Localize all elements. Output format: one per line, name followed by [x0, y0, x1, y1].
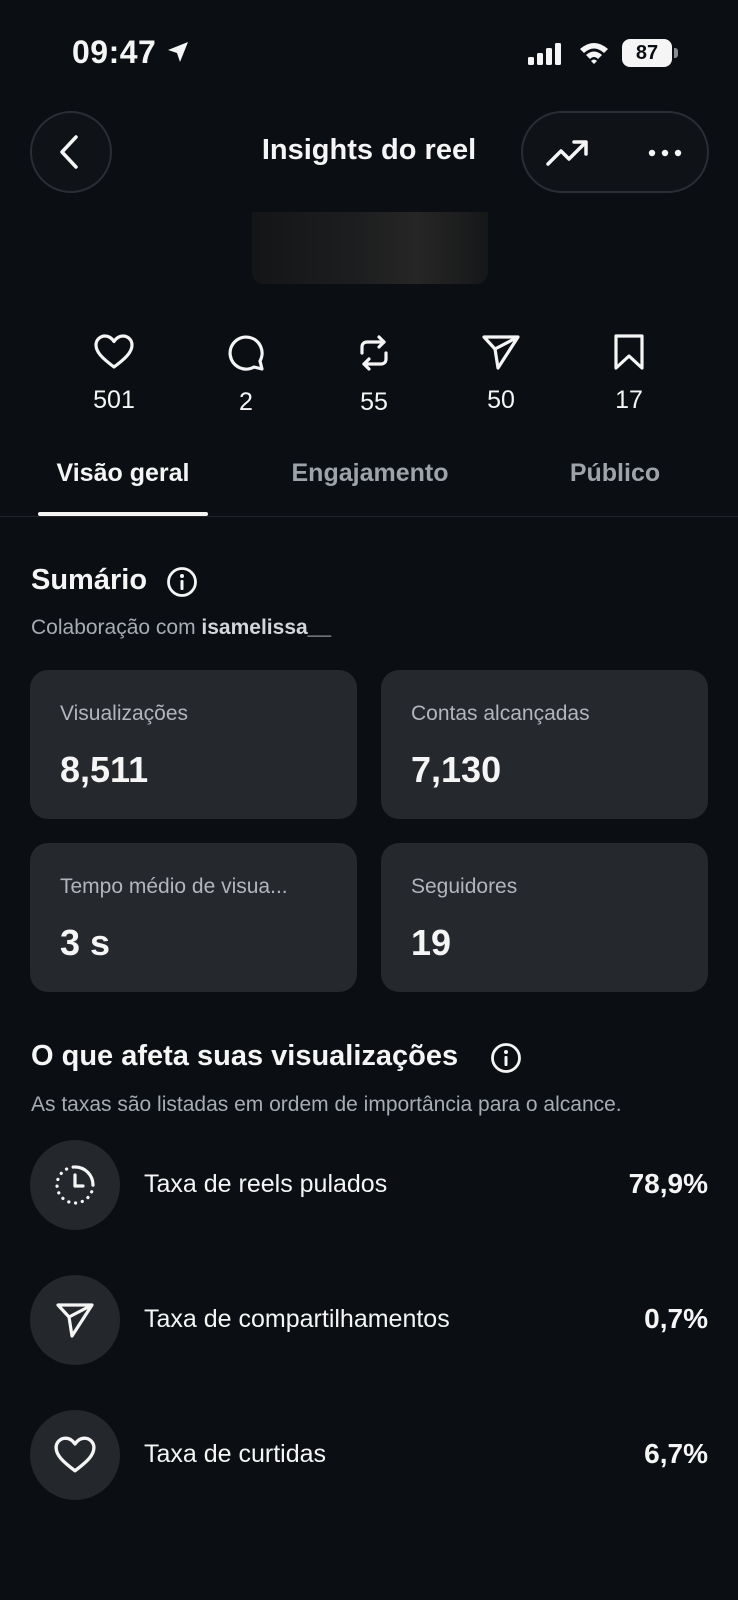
summary-card-views[interactable]: Visualizações 8,511	[30, 670, 357, 819]
collaborator-username[interactable]: isamelissa__	[201, 616, 331, 639]
info-icon[interactable]	[166, 566, 198, 598]
summary-card-accounts-reached[interactable]: Contas alcançadas 7,130	[381, 670, 708, 819]
card-label: Seguidores	[411, 875, 518, 898]
card-value: 8,511	[60, 749, 149, 790]
collaboration-prefix: Colaboração com	[31, 616, 202, 639]
cellular-signal-icon	[528, 42, 564, 66]
tab-audience[interactable]: Público	[545, 459, 685, 488]
rate-label: Taxa de compartilhamentos	[144, 1305, 450, 1333]
comment-icon	[227, 334, 265, 372]
metric-count: 50	[487, 386, 515, 414]
metric-reposts: 55	[329, 334, 419, 417]
rate-label: Taxa de reels pulados	[144, 1170, 388, 1198]
metric-count: 501	[93, 386, 135, 414]
battery-cap	[674, 48, 678, 58]
metric-shares: 50	[456, 334, 546, 415]
send-icon	[56, 1302, 94, 1338]
rate-row-likes[interactable]: Taxa de curtidas 6,7%	[0, 1410, 738, 1502]
rate-icon-container	[30, 1410, 120, 1500]
collaboration-text: Colaboração com isamelissa__	[31, 616, 331, 640]
tab-overview[interactable]: Visão geral	[38, 459, 208, 488]
more-options-button[interactable]	[641, 131, 689, 175]
heart-icon	[94, 334, 134, 370]
metric-saves: 17	[584, 334, 674, 415]
skip-timer-icon	[53, 1163, 97, 1207]
tabs-divider	[0, 516, 738, 517]
info-icon[interactable]	[490, 1042, 522, 1074]
page-title: Insights do reel	[261, 134, 477, 166]
views-factors-title: O que afeta suas visualizações	[31, 1040, 459, 1072]
metric-comments: 2	[201, 334, 291, 417]
metric-likes: 501	[69, 334, 159, 415]
rate-label: Taxa de curtidas	[144, 1440, 327, 1468]
card-label: Visualizações	[60, 702, 189, 725]
rate-value: 78,9%	[628, 1168, 708, 1199]
summary-card-followers[interactable]: Seguidores 19	[381, 843, 708, 992]
rate-icon-container	[30, 1275, 120, 1365]
header-actions	[521, 111, 709, 193]
metric-count: 55	[360, 388, 388, 416]
card-value: 19	[411, 922, 452, 963]
back-button[interactable]	[30, 111, 112, 193]
card-value: 3 s	[60, 922, 111, 963]
rate-row-skipped-reels[interactable]: Taxa de reels pulados 78,9%	[0, 1140, 738, 1232]
rate-value: 0,7%	[644, 1303, 708, 1334]
reel-thumbnail[interactable]	[252, 212, 488, 284]
status-time: 09:47	[72, 34, 157, 70]
repost-icon	[355, 334, 393, 372]
metric-count: 2	[239, 388, 253, 416]
send-icon	[482, 334, 520, 370]
card-label: Tempo médio de visua...	[60, 875, 288, 898]
summary-title: Sumário	[31, 564, 148, 596]
chevron-left-icon	[56, 134, 86, 170]
status-bar: 09:47 87	[0, 0, 738, 100]
bookmark-icon	[613, 334, 645, 370]
more-dots-icon	[648, 149, 682, 157]
card-value: 7,130	[411, 749, 502, 790]
wifi-icon	[578, 40, 610, 66]
rate-icon-container	[30, 1140, 120, 1230]
views-factors-subtitle: As taxas são listadas em ordem de import…	[31, 1093, 622, 1116]
trending-up-icon	[545, 138, 589, 168]
summary-card-avg-watch-time[interactable]: Tempo médio de visua... 3 s	[30, 843, 357, 992]
card-label: Contas alcançadas	[411, 702, 590, 725]
heart-icon	[54, 1436, 96, 1474]
rate-value: 6,7%	[644, 1438, 708, 1469]
location-arrow-icon	[166, 40, 190, 64]
trends-button[interactable]	[543, 131, 591, 175]
metric-count: 17	[615, 386, 643, 414]
rate-row-shares[interactable]: Taxa de compartilhamentos 0,7%	[0, 1275, 738, 1367]
tab-engagement[interactable]: Engajamento	[270, 459, 470, 488]
battery-indicator: 87	[622, 39, 672, 67]
